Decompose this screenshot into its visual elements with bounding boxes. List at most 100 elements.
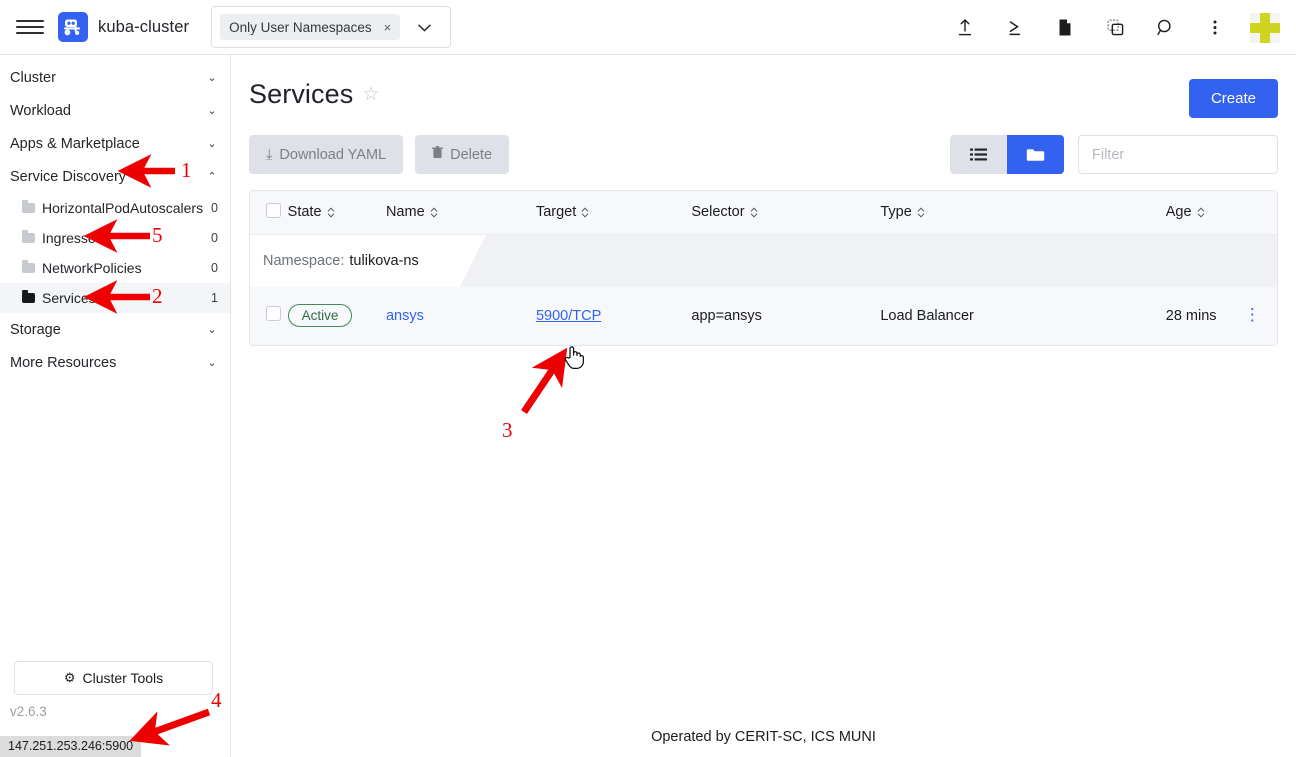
copy-kubeconfig-glyph xyxy=(1106,18,1125,37)
cluster-tools-button[interactable]: ⚙ Cluster Tools xyxy=(14,661,213,695)
row-menu-icon[interactable]: ⋮ xyxy=(1244,305,1261,324)
search-icon[interactable] xyxy=(1140,0,1190,55)
row-target-cell: 5900/TCP xyxy=(536,287,691,345)
sort-glyph xyxy=(750,207,758,218)
top-bar-actions xyxy=(940,0,1284,55)
sidebar: Cluster ⌄ Workload ⌄ Apps & Marketplace … xyxy=(0,55,231,757)
namespace-filter-dropdown[interactable]: Only User Namespaces × xyxy=(211,6,451,48)
column-header-name[interactable]: Name xyxy=(386,191,536,234)
version-label: v2.6.3 xyxy=(10,704,47,719)
namespace-filter-chip-label: Only User Namespaces xyxy=(229,20,372,35)
target-port-link[interactable]: 5900/TCP xyxy=(536,308,601,324)
column-header-selector[interactable]: Selector xyxy=(691,191,880,234)
user-avatar[interactable] xyxy=(1250,13,1280,43)
sidebar-group-workload[interactable]: Workload ⌄ xyxy=(0,94,230,127)
chevron-down-icon[interactable] xyxy=(402,20,446,35)
close-icon[interactable]: × xyxy=(381,20,395,35)
trash-glyph xyxy=(432,146,443,159)
page-title-text: Services xyxy=(249,79,353,110)
sidebar-group-apps-marketplace[interactable]: Apps & Marketplace ⌄ xyxy=(0,127,230,160)
namespace-filter-chip[interactable]: Only User Namespaces × xyxy=(220,14,400,40)
sidebar-group-service-discovery[interactable]: Service Discovery ⌃ xyxy=(0,160,230,193)
view-toggle xyxy=(950,135,1064,174)
import-yaml-icon[interactable] xyxy=(940,0,990,55)
column-header-label: State xyxy=(288,204,322,220)
annotation-number-4: 4 xyxy=(211,688,222,713)
service-name-link[interactable]: ansys xyxy=(386,308,424,324)
list-view-icon[interactable] xyxy=(950,135,1007,174)
more-options-glyph xyxy=(1212,18,1218,37)
sidebar-item-ingresses[interactable]: Ingresses 0 xyxy=(0,223,230,253)
page-title: Services ☆ xyxy=(249,79,379,110)
services-table-element: State Name xyxy=(250,191,1277,345)
docs-file-icon[interactable] xyxy=(1040,0,1090,55)
sidebar-item-label: HorizontalPodAutoscalers xyxy=(42,200,211,216)
select-all-header xyxy=(250,191,288,234)
copy-kubeconfig-icon[interactable] xyxy=(1090,0,1140,55)
folder-icon xyxy=(22,203,35,213)
download-yaml-label: Download YAML xyxy=(279,147,386,163)
gear-icon: ⚙ xyxy=(64,670,76,686)
sidebar-group-storage[interactable]: Storage ⌄ xyxy=(0,313,230,346)
column-header-state[interactable]: State xyxy=(288,191,386,234)
sidebar-item-networkpolicies[interactable]: NetworkPolicies 0 xyxy=(0,253,230,283)
sort-glyph xyxy=(581,207,589,218)
hamburger-icon[interactable] xyxy=(16,13,44,41)
page-body: Cluster ⌄ Workload ⌄ Apps & Marketplace … xyxy=(0,55,1296,757)
view-controls xyxy=(950,135,1278,174)
column-header-label: Selector xyxy=(691,204,744,220)
sidebar-item-services[interactable]: Services 1 xyxy=(0,283,230,313)
sort-icon xyxy=(1197,207,1205,218)
chevron-down-icon: ⌄ xyxy=(206,356,218,369)
star-outline-icon[interactable]: ☆ xyxy=(362,83,379,106)
sort-icon xyxy=(581,207,589,218)
row-age-cell: 28 mins xyxy=(1166,287,1244,345)
chevron-down-icon: ⌄ xyxy=(206,323,218,336)
table-toolbar: ⤓ Download YAML Delete xyxy=(231,118,1296,174)
table-header: State Name xyxy=(250,191,1277,234)
namespace-group-name: tulikova-ns xyxy=(349,253,418,269)
filter-input[interactable] xyxy=(1078,135,1278,174)
footer: Operated by CERIT-SC, ICS MUNI xyxy=(231,717,1296,757)
main-content: Services ☆ Create ⤓ Download YAML xyxy=(231,55,1296,757)
cluster-logo-glyph xyxy=(62,17,84,37)
annotation-number-3: 3 xyxy=(502,418,513,443)
sidebar-group-more-resources[interactable]: More Resources ⌄ xyxy=(0,346,230,379)
services-table: State Name xyxy=(249,190,1278,346)
sidebar-group-cluster[interactable]: Cluster ⌄ xyxy=(0,61,230,94)
delete-label: Delete xyxy=(450,147,492,163)
more-options-icon[interactable] xyxy=(1190,0,1240,55)
folder-icon xyxy=(22,263,35,273)
create-button[interactable]: Create xyxy=(1189,79,1278,118)
table-body: Namespace: tulikova-ns Active xyxy=(250,234,1277,345)
sidebar-item-count: 0 xyxy=(211,201,218,215)
column-header-type[interactable]: Type xyxy=(880,191,1165,234)
sidebar-item-count: 1 xyxy=(211,291,218,305)
sidebar-item-horizontalpodautoscalers[interactable]: HorizontalPodAutoscalers 0 xyxy=(0,193,230,223)
namespace-group-row: Namespace: tulikova-ns xyxy=(250,234,1277,287)
page-header: Services ☆ Create xyxy=(231,55,1296,118)
row-actions-cell: ⋮ xyxy=(1244,287,1277,345)
sidebar-group-label: Workload xyxy=(10,103,206,119)
row-type-cell: Load Balancer xyxy=(880,287,1165,345)
delete-button[interactable]: Delete xyxy=(415,135,509,174)
kubectl-shell-glyph xyxy=(1006,18,1024,37)
table-row[interactable]: Active ansys 5900/TCP app=ansys Load Bal… xyxy=(250,287,1277,345)
sidebar-group-label: Apps & Marketplace xyxy=(10,136,206,152)
row-state-cell: Active xyxy=(288,287,386,345)
sort-icon xyxy=(327,207,335,218)
select-all-checkbox[interactable] xyxy=(266,203,281,218)
row-checkbox[interactable] xyxy=(266,306,281,321)
sidebar-item-count: 0 xyxy=(211,231,218,245)
sort-glyph xyxy=(430,207,438,218)
column-header-label: Name xyxy=(386,204,425,220)
namespace-group-tab[interactable]: Namespace: tulikova-ns xyxy=(250,235,460,287)
sort-icon xyxy=(917,207,925,218)
kubectl-shell-icon[interactable] xyxy=(990,0,1040,55)
cluster-tools-label: Cluster Tools xyxy=(82,670,163,686)
column-header-target[interactable]: Target xyxy=(536,191,691,234)
column-header-age[interactable]: Age xyxy=(1166,191,1244,234)
group-by-namespace-icon[interactable] xyxy=(1007,135,1064,174)
download-yaml-button[interactable]: ⤓ Download YAML xyxy=(249,135,403,174)
sidebar-group-label: More Resources xyxy=(10,355,206,371)
